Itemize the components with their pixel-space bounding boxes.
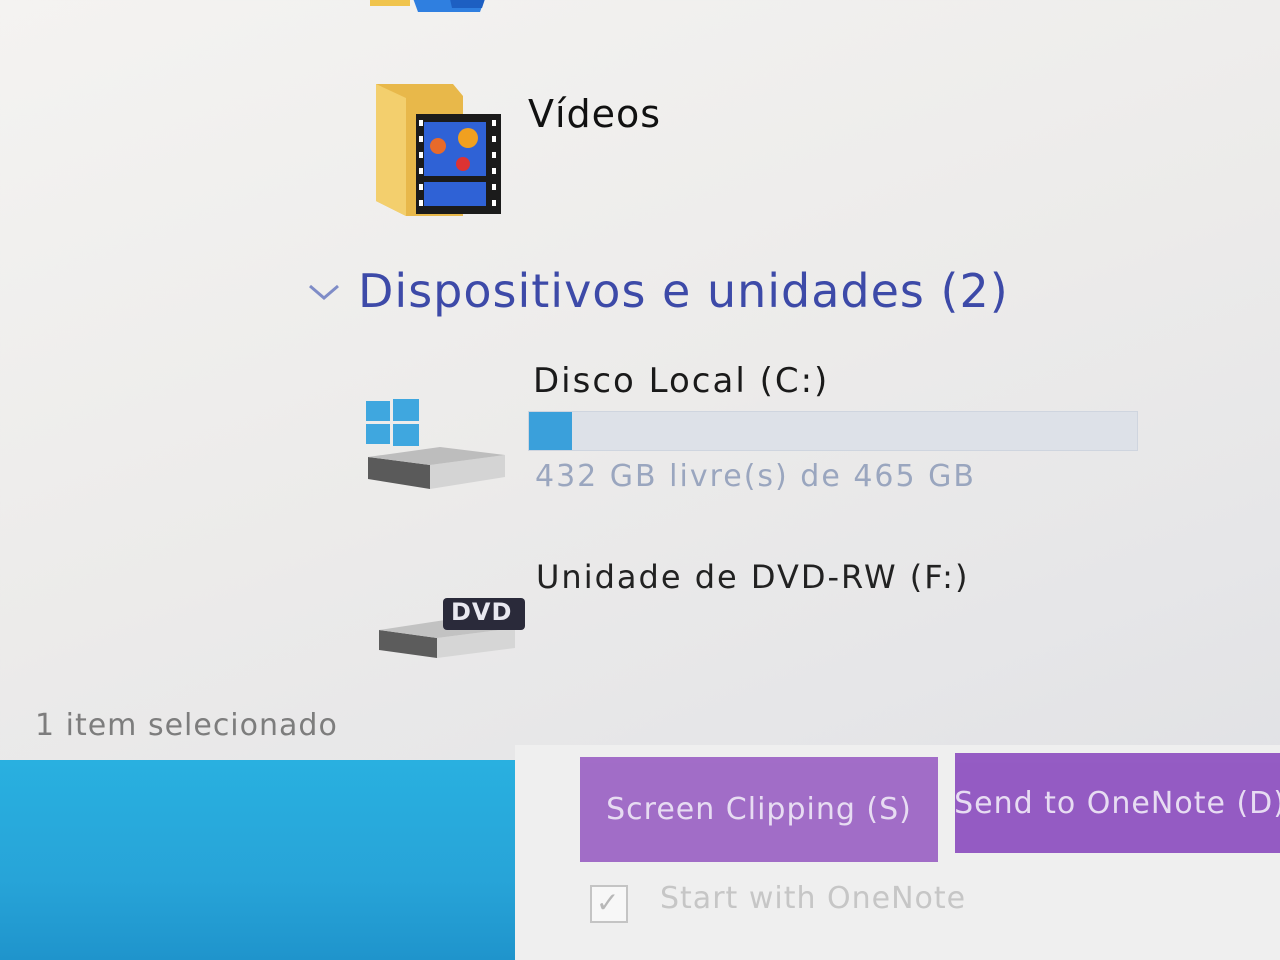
onenote-quick-panel: Screen Clipping (S) Send to OneNote (D) … (515, 745, 1280, 960)
devices-group-header[interactable]: Dispositivos e unidades (2) (300, 262, 1020, 332)
dvd-badge-text: DVD (451, 598, 513, 626)
chevron-down-icon[interactable] (306, 280, 342, 304)
local-disk-icon (360, 395, 510, 495)
desktop-background (0, 760, 520, 960)
start-with-onenote-checkbox[interactable]: ✓ (590, 885, 628, 923)
dvd-drive-label: Unidade de DVD-RW (F:) (536, 558, 970, 596)
dvd-drive-item[interactable]: DVD Unidade de DVD-RW (F:) (360, 552, 1060, 672)
local-disk-label: Disco Local (C:) (533, 361, 830, 401)
disk-usage-fill (529, 412, 573, 450)
disk-usage-bar (528, 411, 1138, 451)
start-with-onenote-label: Start with OneNote (660, 881, 967, 916)
disk-free-space-text: 432 GB livre(s) de 465 GB (535, 459, 976, 494)
local-disk-item[interactable]: Disco Local (C:) 432 GB livre(s) de 465 … (360, 355, 1160, 505)
videos-folder-icon (368, 76, 503, 221)
videos-folder-label: Vídeos (528, 92, 662, 136)
checkmark-icon: ✓ (596, 886, 620, 919)
send-to-onenote-button[interactable]: Send to OneNote (D) (955, 753, 1280, 853)
dvd-drive-icon: DVD (375, 596, 535, 666)
devices-group-title: Dispositivos e unidades (2) (358, 264, 1009, 318)
partial-folder-icon[interactable] (370, 0, 500, 24)
videos-folder-item[interactable]: Vídeos (360, 70, 720, 230)
status-bar-selection-count: 1 item selecionado (35, 708, 338, 743)
screen-clipping-button[interactable]: Screen Clipping (S) (580, 757, 938, 862)
